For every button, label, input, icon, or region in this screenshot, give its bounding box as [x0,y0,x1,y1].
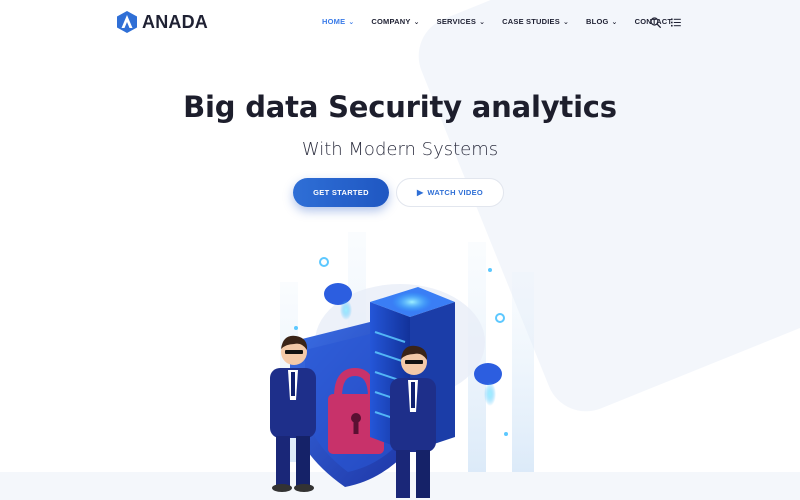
nav-item-home[interactable]: HOME ⌄ [322,17,354,26]
nav-item-blog[interactable]: BLOG ⌄ [586,17,618,26]
chevron-down-icon: ⌄ [611,18,618,26]
nav-label: SERVICES [436,17,477,26]
nav-label: HOME [322,17,346,26]
logo[interactable]: ANADA [116,10,208,34]
button-label: WATCH VIDEO [427,188,484,197]
sparkle [495,313,505,323]
play-icon: ▶ [416,188,424,197]
chevron-down-icon: ⌄ [348,18,355,26]
chevron-down-icon: ⌄ [479,18,486,26]
site-header: ANADA HOME ⌄ COMPANY ⌄ SERVICES ⌄ CASE S… [0,0,800,44]
button-label: GET STARTED [313,188,369,197]
watch-video-button[interactable]: ▶ WATCH VIDEO [396,178,504,207]
list-menu-icon[interactable] [671,18,681,27]
logo-icon [117,11,137,33]
hero-title: Big data Security analytics [183,90,617,124]
hero-subtitle: With Modern Systems [301,139,499,160]
nav-item-company[interactable]: COMPANY ⌄ [371,17,419,26]
sparkle [319,257,329,267]
nav-item-case-studies[interactable]: CASE STUDIES ⌄ [502,17,569,26]
server-glow [392,292,432,312]
helmet-right-glow [484,382,496,406]
sparkle [488,268,492,272]
nav-label: CASE STUDIES [502,17,560,26]
search-icon[interactable] [650,17,661,28]
chevron-down-icon: ⌄ [562,18,570,26]
main-nav: HOME ⌄ COMPANY ⌄ SERVICES ⌄ CASE STUDIES… [322,17,689,26]
helmet-right [474,363,502,385]
chevron-down-icon: ⌄ [413,18,420,26]
nav-label: COMPANY [371,17,411,26]
brand-name: ANADA [142,11,208,32]
get-started-button[interactable]: GET STARTED [293,178,389,207]
data-pillar [512,272,534,472]
keyhole-slot [353,420,359,434]
sparkle [504,432,508,436]
nav-label: BLOG [586,17,609,26]
helmet-left-glow [340,300,352,320]
nav-item-services[interactable]: SERVICES ⌄ [437,17,485,26]
sparkle [294,326,298,330]
security-guards-server-illustration [270,232,534,498]
